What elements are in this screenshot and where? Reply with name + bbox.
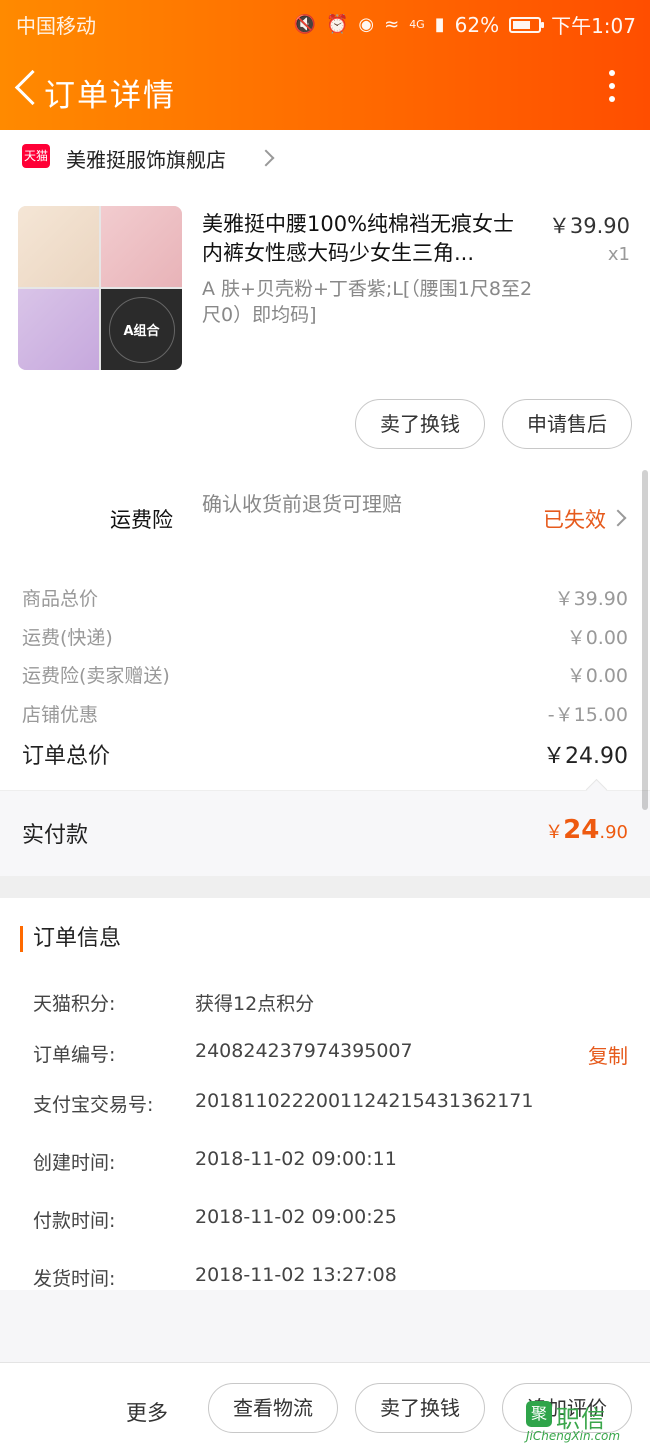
chevron-right-icon bbox=[609, 509, 627, 527]
info-row-created-time: 创建时间: 2018-11-02 09:00:11 bbox=[0, 1148, 650, 1178]
product-image[interactable]: A组合 bbox=[18, 206, 182, 370]
order-info-title: 订单信息 bbox=[20, 926, 121, 952]
info-value: 获得12点积分 bbox=[195, 993, 315, 1015]
order-total-value: ￥24.90 bbox=[543, 744, 628, 769]
eye-icon: ◉ bbox=[358, 14, 375, 35]
header: 中国移动 🔇 ⏰ ◉ ≈ 4G ▮ 62% 下午1:07 订单详情 bbox=[0, 0, 650, 130]
paid-currency: ￥ bbox=[545, 822, 564, 843]
insurance-status: 已失效 bbox=[543, 508, 606, 532]
shop-name[interactable]: 美雅挺服饰旗舰店 bbox=[66, 144, 226, 173]
sell-exchange-button[interactable]: 卖了换钱 bbox=[355, 399, 485, 449]
cost-value: ￥39.90 bbox=[554, 588, 628, 610]
paid-integer: 24 bbox=[563, 815, 600, 845]
cost-value: -￥15.00 bbox=[547, 703, 628, 726]
info-label: 付款时间: bbox=[33, 1210, 116, 1232]
nav-bar: 订单详情 bbox=[0, 52, 650, 124]
info-row-points: 天猫积分: 获得12点积分 bbox=[0, 989, 650, 1019]
cost-label: 运费(快递) bbox=[22, 626, 113, 649]
tmall-icon: 天猫 bbox=[22, 144, 50, 168]
info-value: 2018-11-02 09:00:11 bbox=[195, 1148, 397, 1170]
battery-percent: 62% bbox=[454, 12, 500, 37]
info-row-alipay-number: 支付宝交易号: 2018110222001124215431362171 bbox=[0, 1090, 650, 1120]
content-fade bbox=[0, 1290, 650, 1362]
alarm-icon: ⏰ bbox=[325, 14, 349, 35]
info-label: 支付宝交易号: bbox=[33, 1094, 154, 1116]
more-vertical-icon[interactable] bbox=[604, 70, 620, 106]
copy-button[interactable]: 复制 bbox=[588, 1040, 628, 1069]
clock: 下午1:07 bbox=[551, 14, 636, 38]
order-total-label: 订单总价 bbox=[22, 744, 111, 769]
section-divider bbox=[0, 876, 650, 898]
watermark-url: JiChengXin.com bbox=[526, 1429, 621, 1443]
watermark-logo: 聚 bbox=[526, 1401, 552, 1427]
page-title: 订单详情 bbox=[44, 78, 176, 114]
product-image-pink bbox=[101, 206, 182, 287]
scrollbar[interactable] bbox=[642, 470, 648, 810]
cost-row-goods: 商品总价 ￥39.90 bbox=[0, 580, 650, 619]
product-image-badge-panel: A组合 bbox=[101, 289, 182, 370]
paid-decimal: .90 bbox=[599, 822, 628, 843]
signal-icon: ▮ bbox=[434, 14, 445, 35]
amount-paid-row: 实付款 ￥24.90 bbox=[0, 790, 650, 876]
cost-label: 商品总价 bbox=[22, 588, 99, 610]
chevron-right-icon bbox=[257, 149, 275, 167]
info-label: 天猫积分: bbox=[33, 993, 116, 1015]
cost-label: 店铺优惠 bbox=[22, 703, 99, 726]
shipping-insurance-row[interactable]: 运费险 确认收货前退货可理赔 已失效 bbox=[0, 470, 650, 570]
product-image-beige bbox=[18, 206, 99, 287]
info-row-paid-time: 付款时间: 2018-11-02 09:00:25 bbox=[0, 1206, 650, 1236]
product-sku: A 肤+贝壳粉+丁香紫;L[（腰围1尺8至2尺0）即均码] bbox=[202, 278, 533, 326]
info-value: 2018-11-02 09:00:25 bbox=[195, 1206, 397, 1228]
info-value: 2018110222001124215431362171 bbox=[195, 1090, 534, 1112]
more-button[interactable]: 更多 bbox=[126, 1397, 168, 1427]
info-value: 240824237974395007 bbox=[195, 1040, 413, 1062]
view-logistics-button[interactable]: 查看物流 bbox=[208, 1383, 338, 1433]
cost-row-insurance: 运费险(卖家赠送) ￥0.00 bbox=[0, 657, 650, 696]
amount-paid-value: ￥24.90 bbox=[545, 815, 628, 845]
insurance-desc: 确认收货前退货可理赔 bbox=[202, 492, 402, 516]
info-label: 创建时间: bbox=[33, 1152, 116, 1174]
insurance-label: 运费险 bbox=[110, 508, 173, 532]
after-sales-button[interactable]: 申请售后 bbox=[502, 399, 632, 449]
combo-badge-label: A组合 bbox=[123, 324, 160, 339]
battery-icon bbox=[509, 16, 545, 33]
cost-label: 运费险(卖家赠送) bbox=[22, 665, 170, 687]
info-value: 2018-11-02 13:27:08 bbox=[195, 1264, 397, 1286]
info-label: 订单编号: bbox=[33, 1044, 116, 1066]
info-label: 发货时间: bbox=[33, 1268, 116, 1290]
product-qty: x1 bbox=[607, 244, 630, 265]
back-icon[interactable] bbox=[10, 70, 40, 106]
watermark: 聚 职信 JiChengXin.com bbox=[526, 1399, 644, 1445]
cost-row-shipping: 运费(快递) ￥0.00 bbox=[0, 619, 650, 658]
cost-value: ￥0.00 bbox=[566, 626, 628, 649]
sell-exchange-bottom-button[interactable]: 卖了换钱 bbox=[355, 1383, 485, 1433]
status-icons: 🔇 ⏰ ◉ ≈ 4G ▮ 62% 下午1:07 bbox=[294, 10, 636, 39]
info-row-order-number: 订单编号: 240824237974395007 复制 bbox=[0, 1040, 650, 1070]
product-item[interactable]: A组合 美雅挺中腰100%纯棉裆无痕女士内裤女性感大码少女生三角... ￥39.… bbox=[0, 190, 650, 390]
shop-row[interactable]: 天猫 美雅挺服饰旗舰店 bbox=[0, 130, 650, 186]
mute-icon: 🔇 bbox=[293, 14, 316, 35]
wifi-icon: ≈ bbox=[384, 14, 400, 35]
cost-value: ￥0.00 bbox=[566, 665, 628, 687]
network-type: 4G bbox=[409, 18, 425, 31]
cost-breakdown: 商品总价 ￥39.90 运费(快递) ￥0.00 运费险(卖家赠送) ￥0.00… bbox=[0, 580, 650, 734]
carrier-label: 中国移动 bbox=[16, 14, 96, 38]
product-title[interactable]: 美雅挺中腰100%纯棉裆无痕女士内裤女性感大码少女生三角... bbox=[202, 210, 532, 268]
cost-row-discount: 店铺优惠 -￥15.00 bbox=[0, 696, 650, 735]
product-price: ￥39.90 bbox=[548, 214, 630, 238]
amount-paid-label: 实付款 bbox=[22, 823, 89, 848]
order-total-row: 订单总价 ￥24.90 bbox=[0, 734, 650, 774]
order-info-section: 订单信息 天猫积分: 获得12点积分 订单编号: 240824237974395… bbox=[0, 898, 650, 1293]
status-bar: 中国移动 🔇 ⏰ ◉ ≈ 4G ▮ 62% 下午1:07 bbox=[0, 0, 650, 44]
combo-badge: A组合 bbox=[108, 296, 175, 363]
product-image-purple bbox=[18, 289, 99, 370]
